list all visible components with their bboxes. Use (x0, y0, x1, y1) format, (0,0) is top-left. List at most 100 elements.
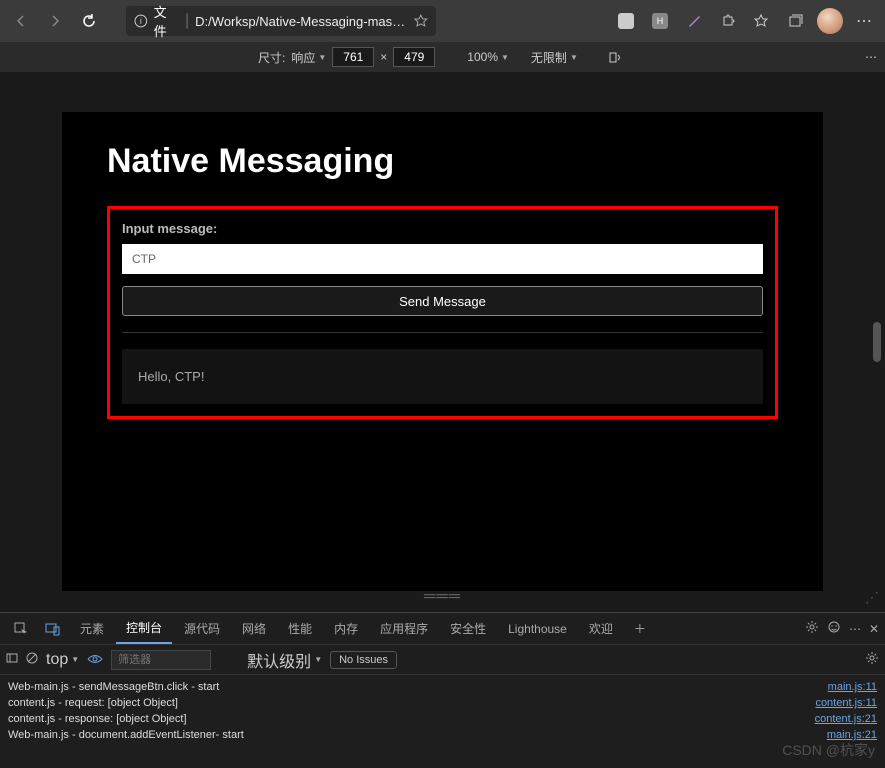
tab-elements[interactable]: 元素 (70, 614, 114, 643)
input-label: Input message: (122, 221, 763, 236)
tab-memory[interactable]: 内存 (324, 614, 368, 643)
sidebar-icon (6, 652, 18, 664)
console-row[interactable]: Web-main.js - document.addEventListener-… (8, 727, 877, 743)
gear-icon (805, 620, 819, 634)
more-options-button[interactable]: ⋯ (865, 50, 877, 64)
size-label: 尺寸: (258, 49, 285, 66)
zoom-dropdown[interactable]: 100% ▼ (467, 50, 509, 64)
device-toggle-button[interactable] (38, 614, 68, 644)
close-devtools-button[interactable]: ✕ (869, 622, 879, 636)
tab-application[interactable]: 应用程序 (370, 614, 438, 643)
times-label: × (380, 50, 387, 64)
ext-square-icon[interactable] (611, 6, 641, 36)
watermark: CSDN @杭家y (782, 740, 875, 760)
tab-network[interactable]: 网络 (232, 614, 276, 643)
page-title: Native Messaging (107, 142, 778, 181)
forward-button[interactable] (40, 6, 70, 36)
ext-brush-icon[interactable] (679, 6, 709, 36)
chevron-down-icon: ▼ (570, 53, 578, 62)
eye-icon (87, 654, 103, 664)
console-message: Web-main.js - sendMessageBtn.click - sta… (8, 681, 219, 693)
file-label: 文件 (154, 2, 179, 40)
separator: | (185, 12, 189, 30)
resize-grip-horizontal[interactable]: ═══ (424, 588, 461, 606)
favorites-button[interactable] (747, 6, 777, 36)
settings-button[interactable] (805, 620, 819, 637)
tab-welcome[interactable]: 欢迎 (579, 614, 623, 643)
inspect-button[interactable] (6, 614, 36, 644)
arrow-right-icon (47, 13, 63, 29)
page-content: Native Messaging Input message: Send Mes… (62, 112, 823, 591)
devtools-panel: 元素 控制台 源代码 网络 性能 内存 应用程序 安全性 Lighthouse … (0, 612, 885, 747)
svg-text:i: i (140, 16, 142, 26)
rotate-button[interactable] (600, 42, 630, 72)
collections-icon (788, 13, 804, 29)
add-tab-button[interactable]: ＋ (625, 614, 655, 644)
vertical-scrollbar[interactable] (871, 72, 883, 612)
profile-button[interactable] (815, 6, 845, 36)
star-plus-icon (754, 13, 770, 29)
height-input[interactable] (393, 47, 435, 67)
smiley-icon (827, 620, 841, 634)
highlighted-form: Input message: Send Message Hello, CTP! (107, 206, 778, 419)
console-source-link[interactable]: main.js:11 (828, 681, 877, 693)
collections-button[interactable] (781, 6, 811, 36)
width-input[interactable] (332, 47, 374, 67)
menu-button[interactable]: ⋯ (849, 6, 879, 36)
console-output: Web-main.js - sendMessageBtn.click - sta… (0, 675, 885, 747)
address-bar[interactable]: i 文件 | D:/Worksp/Native-Messaging-maste.… (126, 6, 436, 36)
page-viewport: Native Messaging Input message: Send Mes… (0, 72, 885, 612)
message-input[interactable] (122, 244, 763, 274)
scroll-thumb[interactable] (873, 322, 881, 362)
feedback-button[interactable] (827, 620, 841, 637)
console-row[interactable]: Web-main.js - sendMessageBtn.click - sta… (8, 679, 877, 695)
send-message-button[interactable]: Send Message (122, 286, 763, 316)
chevron-down-icon: ▼ (314, 655, 322, 664)
avatar-icon (817, 8, 843, 34)
gear-icon (865, 651, 879, 665)
throttle-dropdown[interactable]: 无限制 ▼ (531, 49, 578, 66)
issues-badge[interactable]: No Issues (330, 651, 397, 669)
tab-performance[interactable]: 性能 (278, 614, 322, 643)
chevron-down-icon: ▼ (318, 53, 326, 62)
console-message: content.js - request: [object Object] (8, 697, 178, 709)
refresh-icon (81, 13, 97, 29)
tab-console[interactable]: 控制台 (116, 613, 172, 644)
back-button[interactable] (6, 6, 36, 36)
ext-h-button[interactable]: H (645, 6, 675, 36)
devtools-menu-button[interactable]: ⋯ (849, 622, 861, 636)
devtools-tabs: 元素 控制台 源代码 网络 性能 内存 应用程序 安全性 Lighthouse … (0, 613, 885, 645)
rotate-icon (608, 50, 622, 64)
console-source-link[interactable]: content.js:21 (815, 713, 877, 725)
live-expression-button[interactable] (87, 653, 103, 667)
console-toggle-button[interactable] (6, 652, 18, 667)
device-mode-dropdown[interactable]: 响应 ▼ (291, 49, 326, 66)
console-message: Web-main.js - document.addEventListener-… (8, 729, 244, 741)
device-icon (45, 622, 61, 636)
divider (122, 332, 763, 333)
extensions-button[interactable] (713, 6, 743, 36)
favorite-icon[interactable] (414, 14, 428, 28)
info-icon: i (134, 14, 148, 28)
inspect-icon (14, 622, 28, 636)
refresh-button[interactable] (74, 6, 104, 36)
chevron-down-icon: ▼ (71, 655, 79, 664)
log-level-dropdown[interactable]: 默认级别 ▼ (247, 648, 322, 672)
console-row[interactable]: content.js - response: [object Object] c… (8, 711, 877, 727)
tab-security[interactable]: 安全性 (440, 614, 496, 643)
clear-console-button[interactable] (26, 652, 38, 667)
tab-sources[interactable]: 源代码 (174, 614, 230, 643)
resize-corner-icon[interactable]: ⋰ (865, 589, 879, 606)
filter-input[interactable] (111, 650, 211, 670)
more-icon: ⋯ (856, 11, 872, 31)
chevron-down-icon: ▼ (501, 53, 509, 62)
console-settings-button[interactable] (865, 651, 879, 668)
browser-nav-bar: i 文件 | D:/Worksp/Native-Messaging-maste.… (0, 0, 885, 42)
brush-icon (686, 13, 702, 29)
console-row[interactable]: content.js - request: [object Object] co… (8, 695, 877, 711)
console-source-link[interactable]: content.js:11 (815, 697, 877, 709)
context-dropdown[interactable]: top ▼ (46, 651, 79, 669)
arrow-left-icon (13, 13, 29, 29)
tab-lighthouse[interactable]: Lighthouse (498, 616, 577, 642)
console-filter-bar: top ▼ 默认级别 ▼ No Issues (0, 645, 885, 675)
